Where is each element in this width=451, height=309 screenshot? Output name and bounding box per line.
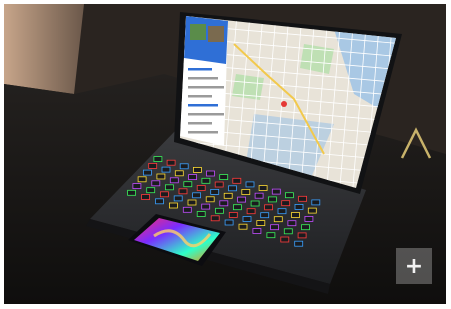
keyboard-key: [179, 163, 189, 170]
keyboard-key: [283, 228, 293, 235]
keyboard-key: [201, 203, 211, 210]
keyboard-key: [273, 216, 283, 223]
keyboard-key: [304, 215, 314, 222]
keyboard-key: [287, 220, 297, 227]
keyboard-key: [196, 185, 206, 191]
keyboard-key: [219, 174, 229, 181]
keyboard-key: [164, 184, 174, 191]
sidebar-text-line: [188, 77, 218, 80]
keyboard-key: [291, 212, 300, 218]
digital-trends-plus-icon: +: [404, 253, 424, 279]
keyboard-key: [196, 211, 206, 217]
keyboard-key: [168, 202, 178, 209]
keyboard-key: [232, 204, 242, 211]
keyboard-key: [267, 196, 277, 203]
place-photo: [208, 26, 224, 42]
left-wall: [4, 4, 84, 94]
keyboard-key: [228, 211, 238, 218]
keyboard-key: [206, 170, 215, 177]
sidebar-text-line: [188, 122, 212, 125]
keyboard-key: [297, 232, 307, 239]
sidebar-text-line: [188, 86, 224, 89]
keyboard-key: [148, 162, 158, 169]
keyboard-key: [266, 232, 276, 239]
sidebar-text-line: [188, 68, 212, 71]
keyboard-key: [238, 223, 248, 230]
watermark: +: [396, 248, 432, 284]
keyboard-key: [146, 187, 156, 194]
keyboard-key: [228, 185, 237, 192]
place-photo: [190, 24, 206, 40]
keyboard-key: [250, 200, 260, 207]
keyboard-key: [151, 180, 161, 187]
keyboard-key: [252, 228, 262, 234]
keyboard-key: [284, 192, 294, 199]
keyboard-key: [161, 166, 171, 173]
keyboard-key: [169, 177, 179, 184]
keyboard-key: [174, 170, 184, 177]
keyboard-key: [223, 192, 233, 199]
keyboard-key: [187, 199, 197, 206]
keyboard-key: [205, 196, 215, 203]
keyboard-key: [224, 219, 234, 226]
keyboard-key: [294, 203, 304, 210]
keyboard-key: [256, 220, 266, 227]
keyboard-key: [201, 177, 211, 184]
map-pin-icon: [281, 101, 287, 107]
keyboard-key: [142, 169, 152, 176]
sidebar-text-line: [188, 95, 212, 98]
keyboard-key: [182, 206, 192, 213]
keyboard-key: [132, 183, 142, 190]
keyboard-key: [245, 181, 255, 188]
sidebar-text-line: [188, 104, 218, 107]
keyboard-key: [311, 199, 321, 206]
keyboard-key: [153, 156, 163, 163]
keyboard-key: [277, 208, 287, 215]
keyboard-key: [173, 195, 183, 202]
keyboard-key: [127, 189, 136, 196]
keyboard-key: [183, 181, 193, 188]
keyboard-key: [241, 189, 251, 195]
keyboard-key: [141, 194, 151, 200]
keyboard-key: [156, 173, 166, 180]
keyboard-key: [281, 200, 291, 207]
keyboard-key: [214, 181, 224, 188]
keyboard-key: [294, 240, 304, 247]
keyboard-key: [271, 188, 281, 195]
keyboard-key: [219, 200, 229, 207]
laptop-photo: +: [4, 4, 446, 304]
keyboard-key: [232, 177, 242, 184]
keyboard-key: [166, 159, 176, 166]
keyboard-key: [215, 207, 224, 214]
keyboard-key: [260, 212, 270, 219]
keyboard-key: [188, 174, 198, 181]
keyboard-key: [307, 207, 317, 214]
photo-scene: [4, 4, 446, 304]
keyboard-key: [192, 192, 202, 199]
keyboard-key: [178, 188, 188, 195]
keyboard-key: [210, 188, 220, 195]
sidebar-text-line: [188, 113, 224, 116]
keyboard-key: [246, 208, 256, 215]
keyboard-key: [258, 185, 268, 191]
keyboard-key: [210, 215, 220, 222]
keyboard-key: [280, 236, 290, 243]
keyboard-key: [264, 204, 274, 211]
keyboard-key: [254, 192, 264, 199]
keyboard-key: [137, 176, 147, 183]
keyboard-key: [237, 196, 247, 203]
keyboard-key: [270, 224, 280, 231]
keyboard-key: [301, 224, 310, 231]
sidebar-text-line: [188, 131, 218, 134]
keyboard-key: [192, 166, 202, 173]
keyboard-key: [298, 195, 308, 202]
keyboard-key: [159, 191, 169, 198]
keyboard-key: [155, 198, 164, 205]
keyboard-key: [242, 216, 252, 222]
